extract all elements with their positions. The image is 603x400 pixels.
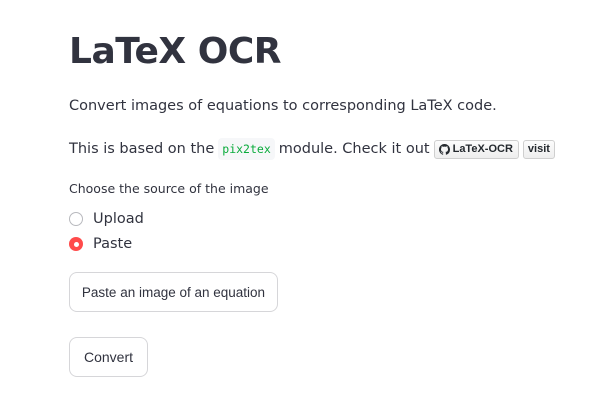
app-page: LaTeX OCR Convert images of equations to…	[0, 0, 603, 400]
page-title: LaTeX OCR	[69, 31, 281, 72]
radio-option-paste[interactable]: Paste	[69, 234, 132, 254]
visit-badge-label: visit	[527, 143, 550, 155]
radio-option-upload[interactable]: Upload	[69, 209, 144, 229]
radio-checked-icon[interactable]	[69, 237, 83, 251]
based-on-line: This is based on the pix2tex module. Che…	[69, 138, 555, 160]
source-radio-label: Choose the source of the image	[69, 181, 269, 196]
radio-option-label: Upload	[93, 211, 144, 227]
visit-badge-link[interactable]: visit	[522, 139, 555, 159]
page-description: Convert images of equations to correspon…	[69, 98, 497, 114]
github-icon	[438, 143, 450, 155]
paste-image-button[interactable]: Paste an image of an equation	[69, 272, 278, 312]
radio-unchecked-icon[interactable]	[69, 212, 83, 226]
convert-button[interactable]: Convert	[69, 337, 148, 377]
based-on-suffix: module. Check it out	[278, 141, 430, 157]
radio-option-label: Paste	[93, 236, 133, 252]
module-name-code: pix2tex	[218, 138, 275, 160]
repo-badge-link[interactable]: LaTeX-OCR	[433, 139, 519, 159]
repo-badge-label: LaTeX-OCR	[452, 143, 513, 155]
based-on-prefix: This is based on the	[69, 141, 215, 157]
